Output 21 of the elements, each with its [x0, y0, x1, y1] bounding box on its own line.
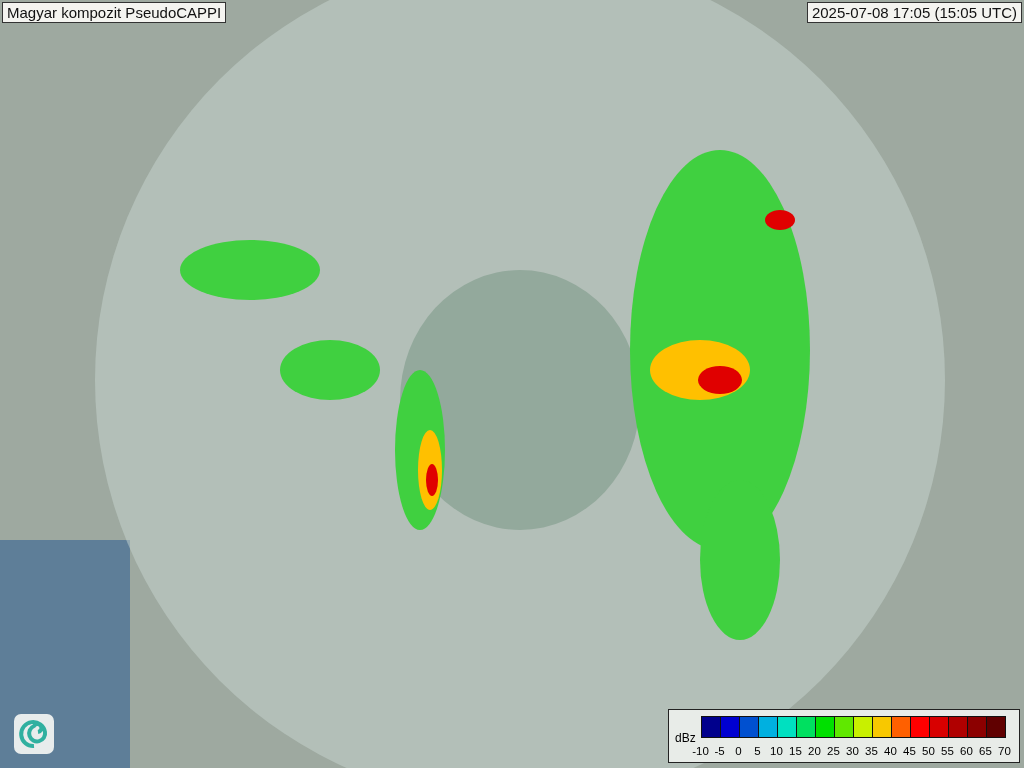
legend-tick-label: 10: [769, 744, 784, 757]
legend-unit: dBz: [675, 731, 696, 745]
legend-tick-label: 20: [807, 744, 822, 757]
legend-tick-label: 25: [826, 744, 841, 757]
legend-tick-label: 50: [921, 744, 936, 757]
legend-tick-label: -5: [713, 744, 726, 757]
legend-tick-label: 30: [845, 744, 860, 757]
legend-tick-label: 70: [997, 744, 1012, 757]
legend-tick-label: 65: [978, 744, 993, 757]
legend-tick-label: -10: [691, 744, 710, 757]
legend-tick-label: 40: [883, 744, 898, 757]
swirl-logo-icon: [14, 714, 54, 754]
legend-tick-label: 35: [864, 744, 879, 757]
legend-tick-label: 15: [788, 744, 803, 757]
legend-tick-label: 55: [940, 744, 955, 757]
legend-tick-label: 60: [959, 744, 974, 757]
map-title: Magyar kompozit PseudoCAPPI: [2, 2, 227, 23]
legend-tick-label: 0: [734, 744, 743, 757]
timestamp: 2025-07-08 17:05 (15:05 UTC): [806, 2, 1022, 23]
legend-tick-label: 5: [753, 744, 762, 757]
legend-tick-label: 45: [902, 744, 917, 757]
